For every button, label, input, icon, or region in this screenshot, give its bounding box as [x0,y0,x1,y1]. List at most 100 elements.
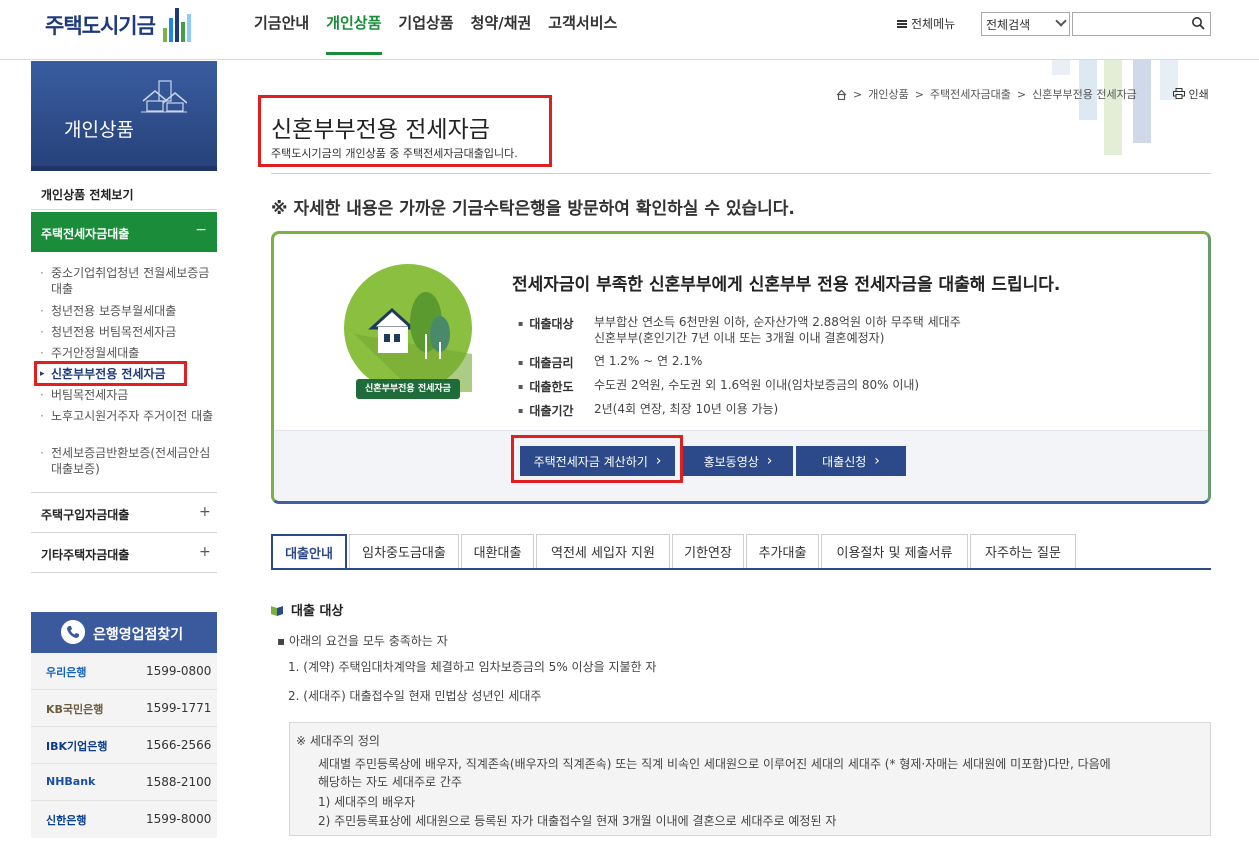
bank-name: 신한은행 [46,814,87,827]
definition-text: 해당하는 자도 세대주로 간주 [318,775,462,789]
breadcrumb-separator: > [1016,87,1027,101]
bank-finder-header[interactable]: 은행영업점찾기 [31,612,217,653]
sidebar-subitem[interactable]: 노후고시원거주자 주거이전 대출 [40,408,216,424]
tab-interim-payment[interactable]: 임차중도금대출 [349,534,459,569]
requirement-bullet-text: 아래의 요건을 모두 충족하는 자 [288,634,448,648]
bank-name: 우리은행 [46,666,87,679]
sidebar-subitem[interactable]: 버팀목전세자금 [40,387,216,403]
sidebar-header: 개인상품 [31,61,217,171]
tab-refinance[interactable]: 대환대출 [461,534,534,569]
site-logo[interactable]: 주택도시기금 [45,8,191,42]
sidebar-subitem[interactable]: 청년전용 버팀목전세자금 [40,324,216,340]
sidebar-item-label: 주택전세자금대출 [41,227,130,241]
bank-phone: 1599-1771 [146,701,212,715]
summary-value: 신혼부부(혼인기간 7년 이내 또는 3개월 이내 결혼예정자) [594,331,885,345]
apply-loan-button[interactable]: 대출신청 › [796,446,906,476]
bank-row-nh[interactable]: NHBank 1588-2100 [31,764,217,801]
chevron-down-icon [1055,15,1067,27]
breadcrumb: > 개인상품 > 주택전세자금대출 > 신혼부부전용 전세자금 [836,86,1137,102]
sidebar-subitem[interactable]: 전세보증금반환보증(전세금안심대출보증) [40,445,216,477]
summary-value: 2년(4회 연장, 최장 10년 이용 가능) [594,402,779,416]
sidebar-subitem[interactable]: 중소기업취업청년 전월세보증금대출 [40,265,216,297]
bank-finder-title: 은행영업점찾기 [93,627,184,643]
main-nav: 기금안내 개인상품 기업상품 청약/채권 고객서비스 [254,12,617,33]
sidebar-item-jeonse-loan[interactable]: 주택전세자금대출 − [31,212,217,252]
tab-procedure[interactable]: 이용절차 및 제출서류 [821,534,968,569]
product-summary-box: 신혼부부전용 전세자금 전세자금이 부족한 신혼부부에게 신혼부부 전용 전세자… [271,231,1211,504]
bank-row-woori[interactable]: 우리은행 1599-0800 [31,653,217,690]
requirement-item: 2. (세대주) 대출접수일 현재 민법상 성년인 세대주 [288,689,542,703]
definition-title: ※ 세대주의 정의 [296,734,380,748]
hamburger-icon [897,19,907,28]
search-scope-select[interactable]: 전체검색 [981,12,1070,36]
section-title-text: 대출 대상 [291,604,344,619]
sidebar-view-all[interactable]: 개인상품 전체보기 [41,186,134,203]
sidebar-subitem-label: 전세보증금반환보증(전세금안심대출보증) [51,446,211,476]
summary-value: 수도권 2억원, 수도권 외 1.6억원 이내(임차보증금의 80% 이내) [594,378,920,392]
bank-phone: 1588-2100 [146,775,212,789]
breadcrumb-item[interactable]: 주택전세자금대출 [930,86,1011,102]
book-icon [271,605,283,616]
collapse-icon[interactable]: − [195,222,207,238]
divider [271,173,1211,174]
summary-label: 대출대상 [518,315,573,332]
sidebar-subitem[interactable]: 청년전용 보증부월세대출 [40,303,216,319]
nav-corporate-products[interactable]: 기업상품 [398,12,453,33]
requirement-bullet: ▪ 아래의 요건을 모두 충족하는 자 [277,634,448,648]
nav-customer-service[interactable]: 고객서비스 [548,12,617,33]
house-icon [141,80,187,113]
divider [31,572,217,573]
definition-text: 1) 세대주의 배우자 [318,795,416,809]
bank-name: NHBank [46,775,96,788]
printer-icon [1173,88,1185,99]
requirement-item: 1. (계약) 주택임대차계약을 체결하고 임차보증금의 5% 이상을 지불한 … [288,660,657,674]
chevron-right-icon: › [874,453,880,469]
bank-row-ibk[interactable]: IBK기업은행 1566-2566 [31,727,217,764]
sidebar-subitem-label: 청년전용 보증부월세대출 [51,304,177,318]
breadcrumb-item[interactable]: 개인상품 [868,86,908,102]
summary-label: 대출기간 [518,402,573,419]
nav-personal-products[interactable]: 개인상품 [326,12,381,33]
chevron-right-icon: › [766,453,773,469]
expand-icon[interactable]: + [199,544,211,560]
bank-name: IBK기업은행 [46,740,108,753]
page: 주택도시기금 기금안내 개인상품 기업상품 청약/채권 고객서비스 전체메뉴 전… [0,0,1259,849]
summary-value: 부부합산 연소득 6천만원 이하, 순자산가액 2.88억원 이하 무주택 세대… [594,315,961,329]
all-menu-button[interactable]: 전체메뉴 [897,15,955,32]
definition-box: ※ 세대주의 정의 세대별 주민등록상에 배우자, 직계존속(배우자의 직계존속… [289,722,1211,836]
tab-loan-guide[interactable]: 대출안내 [271,534,347,569]
sidebar-subitem-label: 노후고시원거주자 주거이전 대출 [51,409,214,423]
sidebar-item-purchase-loan[interactable]: 주택구입자금대출 [41,506,129,523]
sidebar-subitem-label: 버팀목전세자금 [51,388,129,402]
print-button[interactable]: 인쇄 [1173,86,1209,102]
expand-icon[interactable]: + [199,504,211,520]
bank-row-shinhan[interactable]: 신한은행 1599-8000 [31,801,217,838]
header: 주택도시기금 기금안내 개인상품 기업상품 청약/채권 고객서비스 전체메뉴 전… [0,0,1259,60]
highlight-box [511,435,683,483]
bank-phone: 1566-2566 [146,738,212,752]
promo-video-button[interactable]: 홍보동영상 › [683,446,793,476]
sidebar-subitem[interactable]: 주거안정월세대출 [40,345,216,361]
sidebar-title: 개인상품 [64,119,134,141]
sidebar-subitem-label: 중소기업취업청년 전월세보증금대출 [51,266,210,296]
product-emblem [344,264,472,392]
notice-text: ※ 자세한 내용은 가까운 기금수탁은행을 방문하여 확인하실 수 있습니다. [271,199,795,219]
tab-faq[interactable]: 자주하는 질문 [970,534,1076,569]
tab-additional-loan[interactable]: 추가대출 [746,534,819,569]
divider [31,532,217,533]
bank-list: 우리은행 1599-0800 KB국민은행 1599-1771 IBK기업은행 … [31,653,217,838]
bank-name: KB국민은행 [46,703,104,716]
sidebar-item-other-loan[interactable]: 기타주택자금대출 [41,546,129,563]
tab-reverse-jeonse[interactable]: 역전세 세입자 지원 [536,534,670,569]
bank-row-kb[interactable]: KB국민은행 1599-1771 [31,690,217,727]
print-label: 인쇄 [1188,88,1209,101]
nav-fund-info[interactable]: 기금안내 [254,12,309,33]
nav-subscription-bonds[interactable]: 청약/채권 [471,12,532,33]
summary-label: 대출금리 [518,354,573,371]
logo-mark-icon [162,8,191,42]
summary-headline: 전세자금이 부족한 신혼부부에게 신혼부부 전용 전세자금을 대출해 드립니다. [512,275,1061,295]
tab-extension[interactable]: 기한연장 [672,534,744,569]
search-icon[interactable] [1191,16,1205,30]
breadcrumb-separator: > [914,87,924,101]
home-icon[interactable] [836,89,847,100]
